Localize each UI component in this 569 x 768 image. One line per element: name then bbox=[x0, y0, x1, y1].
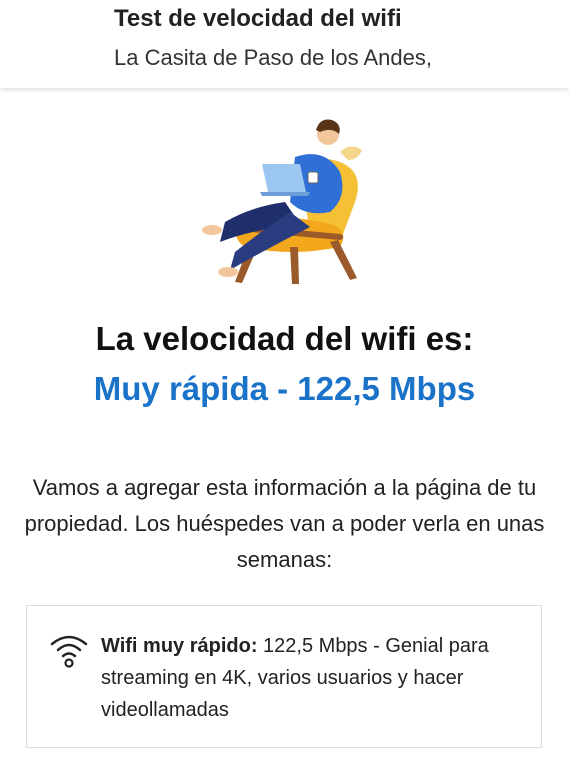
wifi-info-card: Wifi muy rápido: 122,5 Mbps - Genial par… bbox=[26, 605, 542, 748]
wifi-rating-label: Wifi muy rápido: bbox=[101, 635, 258, 657]
page-title: Test de velocidad del wifi bbox=[114, 5, 402, 32]
speed-result: Muy rápida - 122,5 Mbps bbox=[93, 370, 476, 407]
wifi-icon bbox=[50, 635, 88, 668]
speed-heading: La velocidad del wifi es: bbox=[95, 320, 474, 357]
person-in-armchair-illustration bbox=[202, 119, 362, 284]
info-message: Vamos a agregar esta información a la pá… bbox=[24, 475, 545, 572]
wifi-description: Wifi muy rápido: 122,5 Mbps - Genial par… bbox=[101, 630, 521, 726]
property-name: La Casita de Paso de los Andes, bbox=[114, 45, 432, 70]
top-header: Test de velocidad del wifi La Casita de … bbox=[0, 0, 569, 88]
